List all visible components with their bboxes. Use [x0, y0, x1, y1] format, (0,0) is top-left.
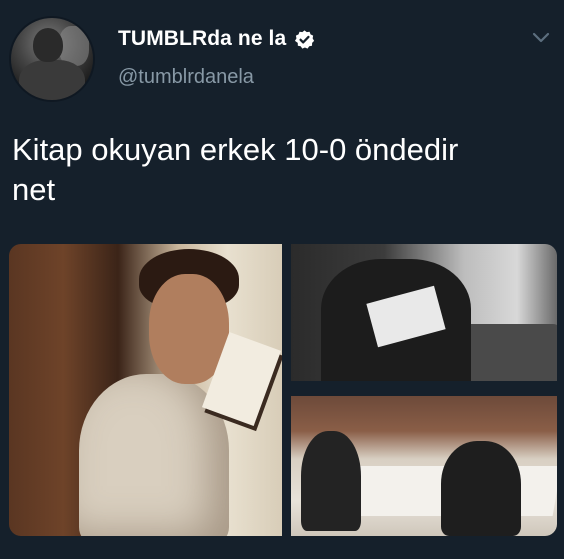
media-grid — [9, 244, 557, 536]
verified-badge-icon — [294, 29, 315, 50]
tweet-text: Kitap okuyan erkek 10-0 öndedir net — [12, 132, 459, 207]
photo-man-reading-left[interactable] — [9, 244, 282, 536]
user-handle[interactable]: @tumblrdanela — [118, 66, 254, 89]
author-name-row: TUMBLRda ne la — [118, 27, 315, 51]
avatar-head — [33, 28, 63, 62]
tweet-card: TUMBLRda ne la @tumblrdanela Kitap okuya… — [0, 0, 564, 559]
display-name[interactable]: TUMBLRda ne la — [118, 27, 286, 51]
photo-man-reading-bottom-right[interactable] — [291, 396, 557, 536]
chevron-down-icon[interactable] — [532, 30, 550, 44]
photo-person-right — [441, 441, 521, 536]
avatar-body — [19, 60, 85, 100]
photo-man-reading-top-right[interactable] — [291, 244, 557, 381]
photo-person-left — [301, 431, 361, 531]
avatar[interactable] — [11, 18, 93, 100]
